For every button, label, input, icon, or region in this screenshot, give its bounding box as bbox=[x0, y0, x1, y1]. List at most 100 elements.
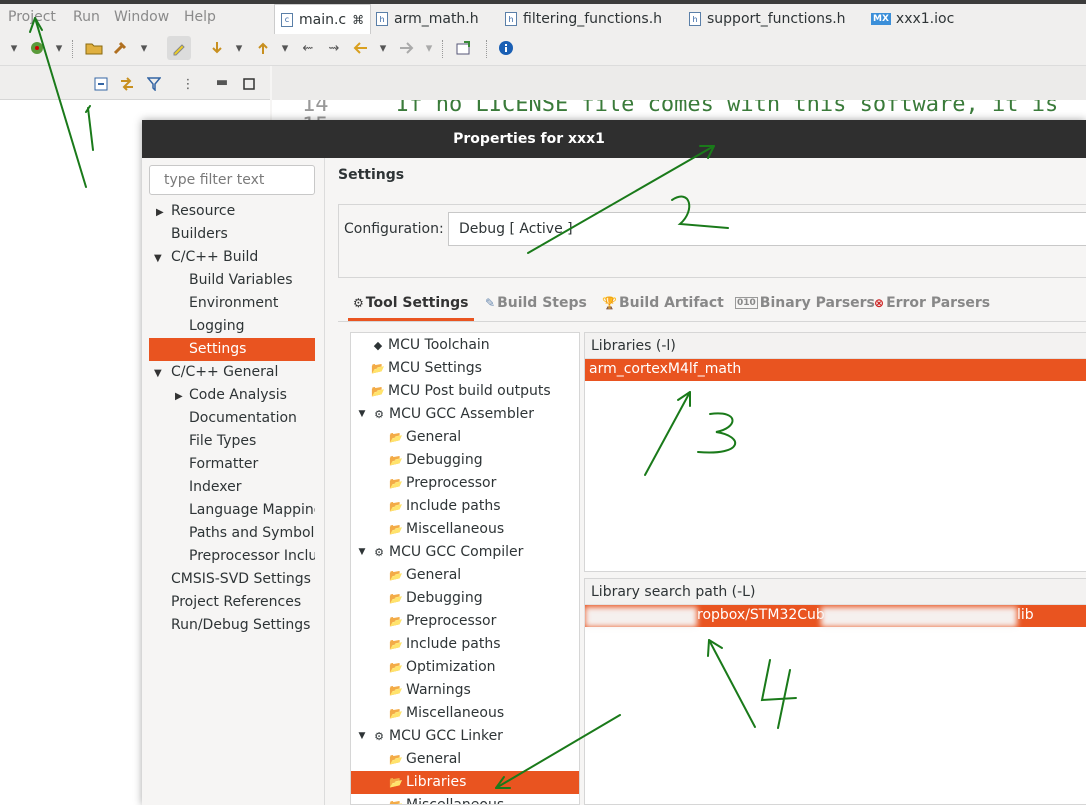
build-hammer-icon[interactable] bbox=[110, 38, 130, 58]
library-item[interactable]: arm_cortexM4lf_math bbox=[585, 359, 1086, 381]
tree-item[interactable]: 📂Miscellaneous bbox=[389, 702, 504, 725]
library-search-item[interactable]: ropbox/STM32Cub lib bbox=[585, 605, 1086, 627]
dropdown-arrow-icon[interactable]: ▾ bbox=[49, 38, 69, 58]
collapse-all-icon[interactable] bbox=[91, 74, 111, 94]
nav-run-debug-settings[interactable]: Run/Debug Settings bbox=[171, 614, 310, 637]
prev-annotation-icon[interactable] bbox=[253, 38, 273, 58]
nav-preprocessor-include[interactable]: Preprocessor Inclu bbox=[189, 545, 315, 568]
tab-arm-math-h[interactable]: h arm_math.h bbox=[376, 8, 479, 30]
nav-settings[interactable]: Settings bbox=[149, 338, 315, 361]
nav-cpp-build[interactable]: C/C++ Build bbox=[171, 246, 258, 269]
forward-edit-icon[interactable]: ⇝ bbox=[324, 38, 344, 58]
nav-environment[interactable]: Environment bbox=[189, 292, 278, 315]
nav-resource[interactable]: Resource bbox=[171, 200, 235, 223]
tab-label: Binary Parsers bbox=[759, 295, 875, 311]
tree-item[interactable]: 📂 MCU Post build outputs bbox=[371, 380, 551, 403]
tab-tool-settings[interactable]: ⚙ Tool Settings bbox=[353, 295, 468, 311]
tab-build-steps[interactable]: ✎ Build Steps bbox=[485, 295, 587, 311]
open-perspective-icon[interactable] bbox=[453, 38, 473, 58]
tab-xxx1-ioc[interactable]: MX xxx1.ioc bbox=[871, 8, 954, 30]
tab-error-parsers[interactable]: ⊗ Error Parsers bbox=[874, 295, 990, 311]
dropdown-arrow-icon[interactable]: ▾ bbox=[4, 38, 24, 58]
tree-item[interactable]: 📂 Debugging bbox=[389, 449, 482, 472]
expand-arrow-icon[interactable]: ▶ bbox=[175, 391, 183, 402]
tab-main-c[interactable]: c main.c ⌘ bbox=[274, 4, 372, 34]
dropdown-arrow-icon[interactable]: ▾ bbox=[134, 38, 154, 58]
dropdown-arrow-icon[interactable]: ▾ bbox=[419, 38, 439, 58]
tree-item[interactable]: 📂 Warnings bbox=[389, 679, 471, 702]
tree-item[interactable]: ◆ MCU Toolchain bbox=[371, 334, 490, 357]
tree-item[interactable]: ▼ ⚙ MCU GCC Linker bbox=[355, 725, 503, 748]
tree-item[interactable]: 📂 MCU Settings bbox=[371, 357, 482, 380]
expand-arrow-icon[interactable]: ▶ bbox=[156, 207, 164, 218]
nav-indexer[interactable]: Indexer bbox=[189, 476, 241, 499]
h-file-icon: h bbox=[689, 12, 701, 26]
view-menu-icon[interactable]: ⋮ bbox=[178, 74, 198, 94]
nav-paths-and-symbols[interactable]: Paths and Symbols bbox=[189, 522, 315, 545]
dropdown-arrow-icon[interactable]: ▾ bbox=[275, 38, 295, 58]
code-line: If no LICENSE file comes with this softw… bbox=[396, 100, 1059, 117]
collapse-arrow-icon[interactable]: ▼ bbox=[154, 253, 162, 264]
nav-build-variables[interactable]: Build Variables bbox=[189, 269, 293, 292]
menu-window[interactable]: Window bbox=[114, 9, 169, 25]
main-toolbar bbox=[0, 30, 1086, 66]
back-arrow-icon[interactable] bbox=[351, 38, 371, 58]
tree-item[interactable]: 📂 General bbox=[389, 426, 461, 449]
tree-item[interactable]: 📂 Debugging bbox=[389, 587, 482, 610]
debug-icon[interactable] bbox=[27, 38, 47, 58]
tree-item[interactable]: ▼ ⚙ MCU GCC Assembler bbox=[355, 403, 534, 426]
nav-formatter[interactable]: Formatter bbox=[189, 453, 258, 476]
tree-item[interactable]: 📂 General bbox=[389, 564, 461, 587]
info-icon[interactable] bbox=[496, 38, 516, 58]
link-with-editor-icon[interactable] bbox=[117, 74, 137, 94]
open-folder-icon[interactable] bbox=[84, 38, 104, 58]
settings-folder-icon: 📂 bbox=[389, 477, 403, 490]
collapse-arrow-icon[interactable]: ▼ bbox=[355, 730, 369, 744]
tree-item[interactable]: 📂Miscellaneous bbox=[389, 794, 504, 804]
minimize-icon[interactable]: ▬ bbox=[212, 72, 232, 92]
tab-binary-parsers[interactable]: 010 Binary Parsers bbox=[735, 295, 875, 311]
tree-item[interactable]: ▼ ⚙ MCU GCC Compiler bbox=[355, 541, 524, 564]
filter-icon[interactable] bbox=[144, 74, 164, 94]
nav-project-references[interactable]: Project References bbox=[171, 591, 301, 614]
nav-logging[interactable]: Logging bbox=[189, 315, 245, 338]
nav-cmsis-svd-settings[interactable]: CMSIS-SVD Settings bbox=[171, 568, 311, 591]
collapse-arrow-icon[interactable]: ▼ bbox=[355, 408, 369, 422]
tree-item[interactable]: 📂 Optimization bbox=[389, 656, 495, 679]
tab-filtering-functions-h[interactable]: h filtering_functions.h bbox=[505, 8, 662, 30]
settings-folder-icon: 📂 bbox=[371, 362, 385, 375]
tree-label: Include paths bbox=[406, 498, 501, 514]
nav-documentation[interactable]: Documentation bbox=[189, 407, 297, 430]
collapse-arrow-icon[interactable]: ▼ bbox=[154, 368, 162, 379]
menu-help[interactable]: Help bbox=[184, 9, 216, 25]
tree-item[interactable]: 📂 Preprocessor bbox=[389, 610, 496, 633]
dropdown-arrow-icon[interactable]: ▾ bbox=[229, 38, 249, 58]
tab-support-functions-h[interactable]: h support_functions.h bbox=[689, 8, 846, 30]
highlight-pen-icon[interactable] bbox=[167, 36, 191, 60]
nav-code-analysis[interactable]: Code Analysis bbox=[189, 384, 287, 407]
tree-item[interactable]: 📂 Preprocessor bbox=[389, 472, 496, 495]
filter-input[interactable]: type filter text bbox=[149, 165, 315, 195]
tree-item-libraries[interactable]: 📂 Libraries bbox=[351, 771, 579, 794]
tree-item[interactable]: 📂 General bbox=[389, 748, 461, 771]
forward-arrow-icon[interactable] bbox=[396, 38, 416, 58]
tree-item[interactable]: 📂Miscellaneous bbox=[389, 518, 504, 541]
nav-cpp-general[interactable]: C/C++ General bbox=[171, 361, 278, 384]
menu-project[interactable]: Project bbox=[8, 9, 56, 25]
nav-builders[interactable]: Builders bbox=[171, 223, 228, 246]
tree-item[interactable]: 📂 Include paths bbox=[389, 495, 501, 518]
nav-language-mapping[interactable]: Language Mapping bbox=[189, 499, 315, 522]
tab-build-artifact[interactable]: 🏆 Build Artifact bbox=[602, 295, 724, 311]
maximize-icon[interactable] bbox=[239, 74, 259, 94]
tree-item[interactable]: 📂 Include paths bbox=[389, 633, 500, 656]
collapse-arrow-icon[interactable]: ▼ bbox=[355, 546, 369, 560]
menu-run[interactable]: Run bbox=[73, 9, 100, 25]
nav-file-types[interactable]: File Types bbox=[189, 430, 256, 453]
next-annotation-icon[interactable] bbox=[207, 38, 227, 58]
configuration-select[interactable]: Debug [ Active ] bbox=[448, 212, 1086, 246]
last-edit-icon[interactable]: ⇜ bbox=[298, 38, 318, 58]
close-icon[interactable]: ⌘ bbox=[352, 13, 364, 27]
tree-label: MCU GCC Assembler bbox=[389, 406, 534, 422]
mx-badge-icon: MX bbox=[871, 13, 891, 25]
dropdown-arrow-icon[interactable]: ▾ bbox=[373, 38, 393, 58]
